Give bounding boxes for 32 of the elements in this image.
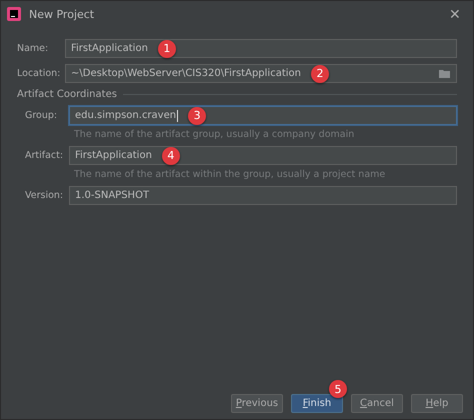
input-field[interactable]: FirstApplication 4 bbox=[69, 146, 457, 165]
input-field[interactable]: ~\Desktop\WebServer\CIS320\FirstApplication 2 bbox=[65, 64, 457, 83]
field-label: Artifact: bbox=[25, 150, 64, 161]
input-field[interactable]: 1.0-SNAPSHOT bbox=[69, 186, 457, 205]
app-logo-icon bbox=[7, 7, 21, 21]
field-value: ~\Desktop\WebServer\CIS320\FirstApplication bbox=[71, 68, 301, 79]
input-field[interactable]: edu.simpson.craven 3 bbox=[69, 106, 457, 125]
step-badge: 1 bbox=[158, 40, 176, 58]
close-button[interactable]: ✕ bbox=[445, 6, 465, 22]
dialog-button[interactable]: Cancel bbox=[351, 394, 403, 413]
field-value: edu.simpson.craven bbox=[75, 110, 176, 121]
section-title: Artifact Coordinates bbox=[17, 89, 117, 100]
step-badge: 2 bbox=[310, 64, 329, 82]
window-title: New Project bbox=[29, 8, 96, 20]
field-label: Name: bbox=[17, 43, 50, 54]
field-label: Version: bbox=[25, 190, 64, 201]
field-hint: The name of the artifact within the group, usually a project name bbox=[74, 169, 386, 180]
dialog-button[interactable]: Help bbox=[411, 394, 463, 413]
dialog-button[interactable]: Finish bbox=[291, 394, 343, 413]
text-cursor bbox=[177, 110, 178, 122]
input-field[interactable]: FirstApplication 1 bbox=[65, 39, 457, 58]
field-label: Location: bbox=[17, 68, 62, 79]
step-badge: 5 bbox=[329, 380, 347, 398]
dialog-button[interactable]: Previous bbox=[231, 394, 283, 413]
field-value: FirstApplication bbox=[75, 150, 152, 161]
field-hint: The name of the artifact group, usually a company domain bbox=[74, 129, 356, 140]
step-badge: 3 bbox=[188, 106, 206, 124]
folder-icon[interactable] bbox=[439, 68, 451, 78]
field-value: FirstApplication bbox=[71, 43, 148, 54]
step-badge: 4 bbox=[162, 146, 180, 164]
field-value: 1.0-SNAPSHOT bbox=[75, 190, 150, 201]
field-label: Group: bbox=[25, 110, 58, 121]
